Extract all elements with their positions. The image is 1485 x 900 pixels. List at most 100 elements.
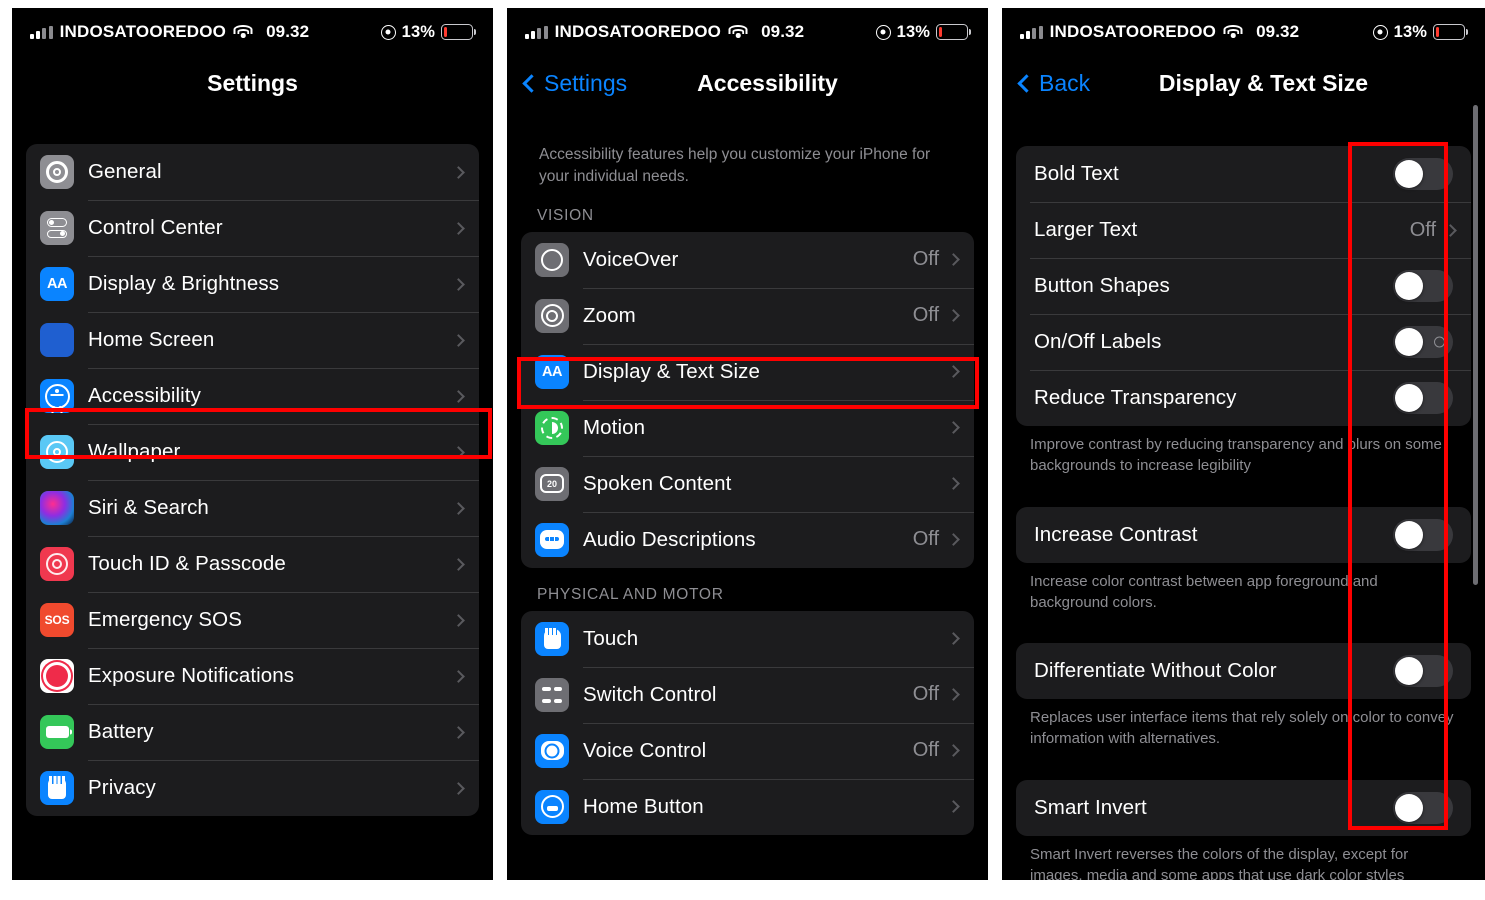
setting-row-larger-text[interactable]: Larger Text Off <box>1016 202 1471 258</box>
list-item-voiceover[interactable]: VoiceOver Off <box>521 232 974 288</box>
chevron-left-icon <box>1017 73 1036 93</box>
chevron-right-icon <box>947 744 960 758</box>
list-item-label: Display & Text Size <box>583 359 760 383</box>
list-item-label: Battery <box>88 720 154 743</box>
list-item-label: Spoken Content <box>583 471 732 495</box>
cellular-signal-icon <box>525 25 548 39</box>
sidebar-item-general[interactable]: General <box>26 144 479 200</box>
sidebar-item-touch-id-passcode[interactable]: Touch ID & Passcode <box>26 536 479 592</box>
settings-group-main: General Control Center AA Display & Brig… <box>26 144 479 816</box>
list-item-label: Switch Control <box>583 682 717 706</box>
voice-control-icon <box>535 733 569 768</box>
audio-descriptions-icon <box>535 522 569 557</box>
display-group-2: Increase Contrast <box>1016 506 1471 563</box>
sidebar-item-control-center[interactable]: Control Center <box>26 200 479 256</box>
chevron-right-icon <box>947 309 960 323</box>
smart-invert-toggle[interactable] <box>1393 791 1453 824</box>
setting-row-increase-contrast[interactable]: Increase Contrast <box>1016 507 1471 563</box>
voiceover-icon <box>535 242 569 277</box>
page-title: Display & Text Size <box>1158 69 1369 96</box>
sidebar-item-battery[interactable]: Battery <box>26 704 479 760</box>
chevron-right-icon <box>947 477 960 491</box>
sidebar-item-privacy[interactable]: Privacy <box>26 760 479 816</box>
accessibility-icon <box>40 379 74 413</box>
setting-row-button-shapes[interactable]: Button Shapes <box>1016 258 1471 314</box>
setting-label: Reduce Transparency <box>1034 386 1237 409</box>
reduce-transparency-toggle[interactable] <box>1393 382 1453 414</box>
sidebar-item-exposure-notifications[interactable]: Exposure Notifications <box>26 648 479 704</box>
home-button-icon <box>535 789 569 824</box>
battery-icon <box>1433 24 1465 40</box>
back-button[interactable]: Settings <box>522 69 628 97</box>
list-item-display-text-size[interactable]: AA Display & Text Size <box>521 343 974 400</box>
physical-motor-group: Touch Switch Control Off Voice Control O… <box>521 610 974 835</box>
list-item-motion[interactable]: Motion <box>521 399 974 456</box>
list-item-label: Display & Brightness <box>88 272 280 295</box>
back-button-label: Settings <box>544 69 628 96</box>
sidebar-item-siri-search[interactable]: Siri & Search <box>26 480 479 536</box>
sidebar-item-accessibility[interactable]: Accessibility <box>26 368 479 424</box>
list-item-zoom[interactable]: Zoom Off <box>521 287 974 344</box>
sidebar-item-display-brightness[interactable]: AA Display & Brightness <box>26 256 479 312</box>
location-services-icon <box>875 24 891 40</box>
chevron-right-icon <box>947 688 960 702</box>
battery-icon <box>441 24 473 40</box>
list-item-value: Off <box>912 739 939 762</box>
sidebar-item-wallpaper[interactable]: Wallpaper <box>26 424 479 480</box>
vertical-scrollbar[interactable] <box>1473 105 1478 585</box>
display-group-1: Bold Text Larger Text Off Button Shapes … <box>1016 146 1471 426</box>
setting-label: Bold Text <box>1034 162 1119 185</box>
sidebar-item-home-screen[interactable]: Home Screen <box>26 312 479 368</box>
list-item-value: Off <box>912 304 939 327</box>
increase-contrast-toggle[interactable] <box>1393 518 1453 551</box>
chevron-right-icon <box>947 533 960 547</box>
setting-label: Increase Contrast <box>1034 522 1198 546</box>
page-title: Settings <box>207 69 298 96</box>
bold-text-toggle[interactable] <box>1393 158 1453 190</box>
list-item-label: Wallpaper <box>88 440 181 463</box>
battery-percent-label: 13% <box>1393 22 1427 41</box>
display-group-3: Differentiate Without Color <box>1016 643 1471 700</box>
back-button[interactable]: Back <box>1017 69 1091 97</box>
display-text-size-scroll-area[interactable]: Bold Text Larger Text Off Button Shapes … <box>1002 110 1485 880</box>
nav-bar-settings: Settings <box>12 56 493 110</box>
setting-row-smart-invert[interactable]: Smart Invert <box>1016 780 1471 836</box>
list-item-label: Accessibility <box>88 384 201 407</box>
list-item-spoken-content[interactable]: 20 Spoken Content <box>521 455 974 512</box>
list-item-touch[interactable]: Touch <box>521 611 974 667</box>
setting-row-reduce-transparency[interactable]: Reduce Transparency <box>1016 370 1471 426</box>
back-button-label: Back <box>1039 69 1091 96</box>
off-label-circle-icon <box>1434 336 1445 348</box>
settings-scroll-area[interactable]: General Control Center AA Display & Brig… <box>12 110 493 880</box>
list-item-label: Touch <box>583 626 639 650</box>
list-item-label: Emergency SOS <box>88 608 242 631</box>
list-item-switch-control[interactable]: Switch Control Off <box>521 666 974 723</box>
setting-row-on-off-labels[interactable]: On/Off Labels <box>1016 314 1471 370</box>
differentiate-without-color-toggle[interactable] <box>1393 655 1453 688</box>
phone-panel-accessibility: INDOSATOOREDOO 09.32 13% Settings Access… <box>507 8 988 880</box>
list-item-home-button[interactable]: Home Button <box>521 778 974 835</box>
list-item-voice-control[interactable]: Voice Control Off <box>521 722 974 779</box>
exposure-notifications-icon <box>40 659 74 693</box>
list-item-value: Off <box>912 248 939 271</box>
screenshot-stage: INDOSATOOREDOO 09.32 13% Settings Genera… <box>0 0 1485 900</box>
setting-row-differentiate-without-color[interactable]: Differentiate Without Color <box>1016 643 1471 699</box>
chevron-left-icon <box>522 73 541 93</box>
list-item-value: Off <box>912 528 939 551</box>
setting-value: Off <box>1409 218 1436 241</box>
chevron-right-icon <box>452 669 465 683</box>
setting-row-bold-text[interactable]: Bold Text <box>1016 146 1471 202</box>
on-off-labels-toggle[interactable] <box>1393 326 1453 358</box>
list-item-label: Motion <box>583 415 646 439</box>
sidebar-item-emergency-sos[interactable]: SOS Emergency SOS <box>26 592 479 648</box>
carrier-label: INDOSATOOREDOO <box>59 22 227 41</box>
setting-label: On/Off Labels <box>1034 330 1162 353</box>
list-item-audio-descriptions[interactable]: Audio Descriptions Off <box>521 511 974 568</box>
phone-panel-settings: INDOSATOOREDOO 09.32 13% Settings Genera… <box>12 8 493 880</box>
accessibility-scroll-area[interactable]: Accessibility features help you customiz… <box>507 110 988 880</box>
nav-bar-display-text-size: Back Display & Text Size <box>1002 56 1485 110</box>
motion-icon <box>535 410 569 445</box>
wifi-icon <box>728 24 748 40</box>
battery-percent-label: 13% <box>401 22 435 41</box>
button-shapes-toggle[interactable] <box>1393 270 1453 302</box>
